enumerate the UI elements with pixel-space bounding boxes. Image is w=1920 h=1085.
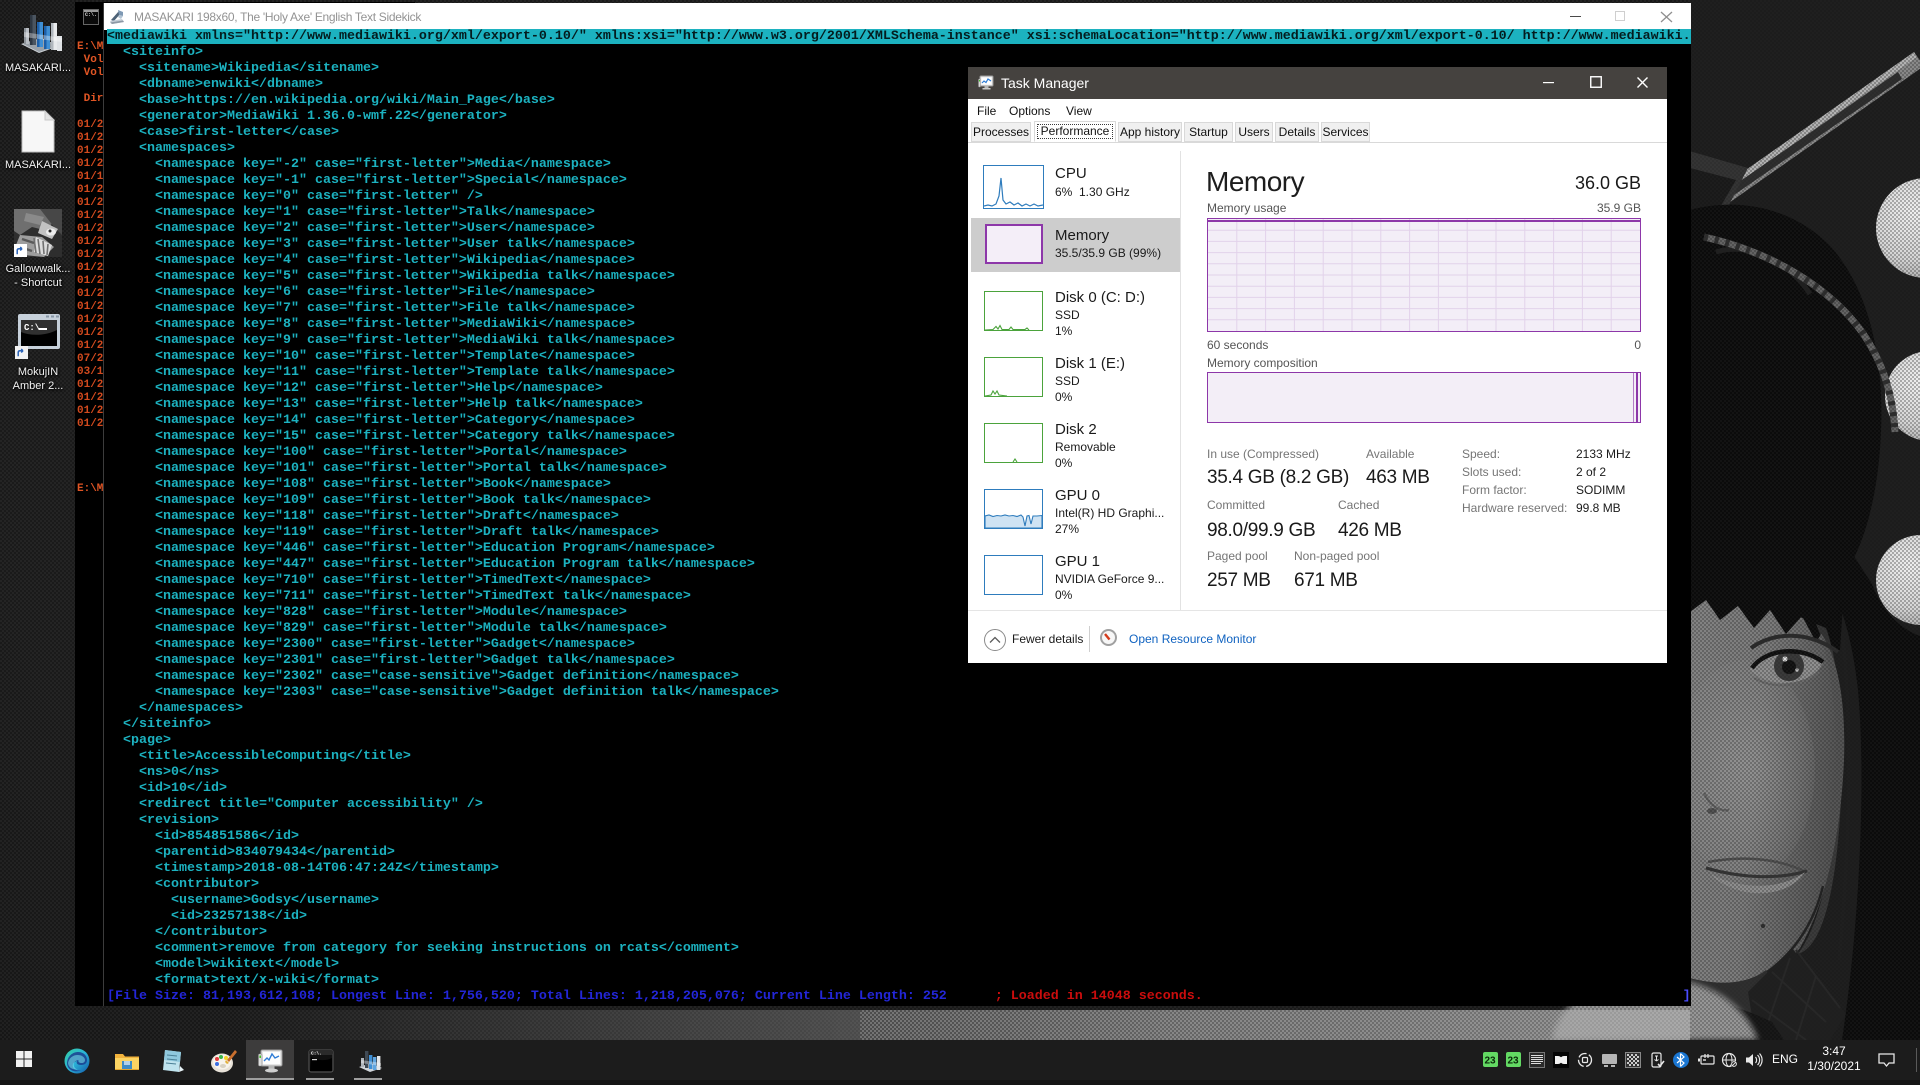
svg-text:C:\: C:\ [24,323,41,333]
svg-text:23: 23 [1508,1056,1520,1067]
svg-text:23: 23 [1485,1056,1497,1067]
svg-text:C:\.: C:\. [311,1051,322,1057]
